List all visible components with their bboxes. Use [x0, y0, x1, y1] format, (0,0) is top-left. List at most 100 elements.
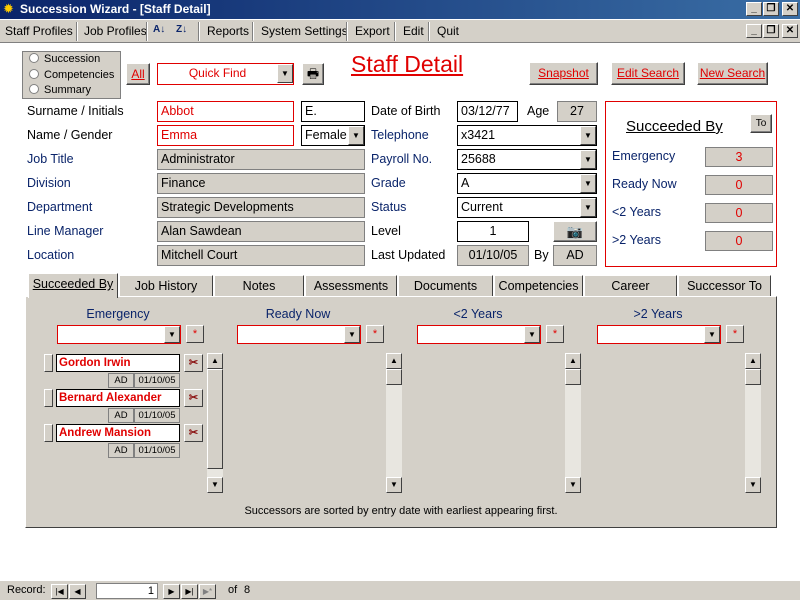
emergency-add-dropdown[interactable]: ▼ — [57, 325, 181, 344]
under-2-years-scrollbar[interactable]: ▲ ▼ — [565, 353, 581, 493]
scroll-up-icon[interactable]: ▲ — [565, 353, 581, 369]
menu-reports[interactable]: Reports — [207, 24, 249, 39]
menu-staff-profiles[interactable]: Staff Profiles — [5, 24, 73, 39]
telephone-dropdown[interactable]: x3421 ▼ — [457, 125, 597, 146]
quick-find-value: Quick Find — [188, 66, 247, 80]
over-2-years-count: 0 — [705, 231, 773, 251]
status-dropdown[interactable]: Current ▼ — [457, 197, 597, 218]
chevron-down-icon[interactable]: ▼ — [580, 174, 596, 193]
sort-ascending-icon[interactable]: A↓ — [153, 22, 165, 37]
doc-restore-button[interactable]: ❐ — [763, 24, 779, 38]
initials-field[interactable]: E. — [301, 101, 365, 122]
emergency-add-button[interactable]: * — [186, 325, 204, 343]
maximize-button[interactable]: ❐ — [763, 2, 779, 16]
chevron-down-icon[interactable]: ▼ — [704, 326, 720, 343]
scroll-up-icon[interactable]: ▲ — [207, 353, 223, 369]
to-button[interactable]: To — [750, 114, 772, 133]
first-record-icon[interactable]: |◀ — [51, 584, 68, 599]
all-button[interactable]: All — [126, 63, 150, 85]
chevron-down-icon[interactable]: ▼ — [277, 64, 293, 83]
option-competencies[interactable]: Competencies — [29, 69, 114, 81]
remove-successor-icon[interactable]: ✂ — [184, 354, 203, 372]
successor-added-date: 01/10/05 — [134, 443, 180, 458]
close-button[interactable]: ✕ — [782, 2, 798, 16]
remove-successor-icon[interactable]: ✂ — [184, 424, 203, 442]
record-selector[interactable] — [44, 424, 53, 442]
scroll-thumb[interactable] — [386, 369, 402, 385]
dob-field[interactable]: 03/12/77 — [457, 101, 518, 122]
chevron-down-icon[interactable]: ▼ — [580, 198, 596, 217]
tab-succeeded-by[interactable]: Succeeded By — [28, 273, 118, 298]
ready-now-scrollbar[interactable]: ▲ ▼ — [386, 353, 402, 493]
chevron-down-icon[interactable]: ▼ — [344, 326, 360, 343]
under-2-years-add-button[interactable]: * — [546, 325, 564, 343]
minimize-button[interactable]: _ — [746, 2, 762, 16]
successor-name[interactable]: Bernard Alexander — [56, 389, 180, 407]
tab-successor-to[interactable]: Successor To — [678, 275, 771, 297]
chevron-down-icon[interactable]: ▼ — [580, 150, 596, 169]
record-selector[interactable] — [44, 389, 53, 407]
doc-close-button[interactable]: ✕ — [782, 24, 798, 38]
remove-successor-icon[interactable]: ✂ — [184, 389, 203, 407]
gender-value: Female — [305, 128, 347, 142]
grade-dropdown[interactable]: A ▼ — [457, 173, 597, 194]
status-label: Status — [371, 200, 407, 214]
sort-descending-icon[interactable]: Z↓ — [176, 22, 187, 37]
scroll-down-icon[interactable]: ▼ — [207, 477, 223, 493]
doc-minimize-button[interactable]: _ — [746, 24, 762, 38]
menu-job-profiles[interactable]: Job Profiles — [84, 24, 147, 39]
successor-name[interactable]: Gordon Irwin — [56, 354, 180, 372]
over-2-years-add-button[interactable]: * — [726, 325, 744, 343]
menu-edit[interactable]: Edit — [403, 24, 424, 39]
previous-record-icon[interactable]: ◀ — [69, 584, 86, 599]
chevron-down-icon[interactable]: ▼ — [580, 126, 596, 145]
new-search-button[interactable]: New Search — [697, 62, 768, 85]
under-2-years-add-dropdown[interactable]: ▼ — [417, 325, 541, 344]
quick-find-dropdown[interactable]: Quick Find ▼ — [157, 63, 294, 85]
menu-export[interactable]: Export — [355, 24, 390, 39]
chevron-down-icon[interactable]: ▼ — [524, 326, 540, 343]
tab-documents[interactable]: Documents — [398, 275, 493, 297]
tab-career[interactable]: Career — [584, 275, 677, 297]
option-succession[interactable]: Succession — [29, 53, 100, 65]
ready-now-add-button[interactable]: * — [366, 325, 384, 343]
tab-assessments[interactable]: Assessments — [305, 275, 397, 297]
gender-dropdown[interactable]: Female ▼ — [301, 125, 365, 146]
surname-field[interactable]: Abbot — [157, 101, 294, 122]
ready-now-add-dropdown[interactable]: ▼ — [237, 325, 361, 344]
menu-quit[interactable]: Quit — [437, 24, 459, 39]
edit-search-button[interactable]: Edit Search — [611, 62, 685, 85]
record-selector[interactable] — [44, 354, 53, 372]
scroll-down-icon[interactable]: ▼ — [565, 477, 581, 493]
scroll-up-icon[interactable]: ▲ — [386, 353, 402, 369]
tab-job-history[interactable]: Job History — [119, 275, 213, 297]
successor-name[interactable]: Andrew Mansion — [56, 424, 180, 442]
next-record-icon[interactable]: ▶ — [163, 584, 180, 599]
print-button[interactable]: 🖶 — [302, 63, 324, 85]
camera-button[interactable]: 📷 — [553, 221, 597, 242]
record-number-input[interactable]: 1 — [96, 583, 158, 599]
scroll-thumb[interactable] — [207, 369, 223, 469]
window-title-bar: Succession Wizard - [Staff Detail] — [0, 0, 800, 19]
first-name-field[interactable]: Emma — [157, 125, 294, 146]
last-record-icon[interactable]: ▶| — [181, 584, 198, 599]
option-summary[interactable]: Summary — [29, 84, 91, 96]
record-label: Record: — [7, 584, 46, 596]
over-2-years-add-dropdown[interactable]: ▼ — [597, 325, 721, 344]
tab-competencies[interactable]: Competencies — [494, 275, 583, 297]
payroll-dropdown[interactable]: 25688 ▼ — [457, 149, 597, 170]
scroll-down-icon[interactable]: ▼ — [745, 477, 761, 493]
snapshot-button[interactable]: Snapshot — [529, 62, 598, 85]
tab-notes[interactable]: Notes — [214, 275, 304, 297]
scroll-thumb[interactable] — [565, 369, 581, 385]
chevron-down-icon[interactable]: ▼ — [348, 126, 364, 145]
scroll-up-icon[interactable]: ▲ — [745, 353, 761, 369]
scroll-down-icon[interactable]: ▼ — [386, 477, 402, 493]
scroll-thumb[interactable] — [745, 369, 761, 385]
level-field[interactable]: 1 — [457, 221, 529, 242]
emergency-scrollbar[interactable]: ▲ ▼ — [207, 353, 223, 493]
over-2-years-scrollbar[interactable]: ▲ ▼ — [745, 353, 761, 493]
new-record-icon[interactable]: ▶* — [199, 584, 216, 599]
chevron-down-icon[interactable]: ▼ — [164, 326, 180, 343]
menu-system-settings[interactable]: System Settings — [261, 24, 348, 39]
